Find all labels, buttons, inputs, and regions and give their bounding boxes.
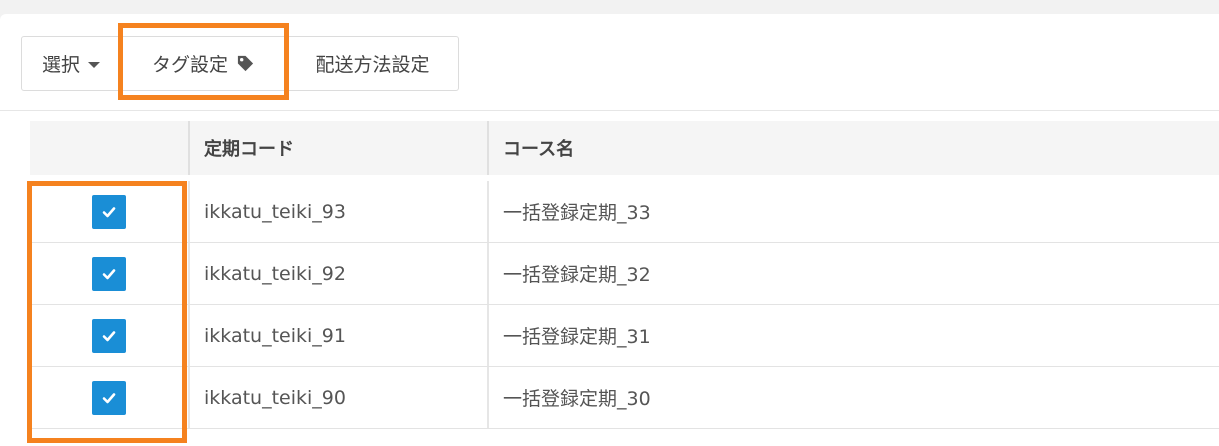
toolbar: 選択 タグ設定 配送方法設定: [0, 14, 1219, 111]
row-checkbox[interactable]: [92, 256, 126, 291]
row-select-cell: [30, 305, 190, 366]
tag-settings-button[interactable]: タグ設定: [121, 37, 287, 90]
table-row: ikkatu_teiki_93 一括登録定期_33: [30, 181, 1219, 243]
row-code: ikkatu_teiki_91: [190, 305, 489, 366]
row-checkbox[interactable]: [92, 194, 126, 229]
row-course-name: 一括登録定期_33: [503, 202, 651, 224]
checkmark-icon: [102, 330, 116, 341]
row-code: ikkatu_teiki_93: [190, 181, 489, 242]
tag-settings-label: タグ設定: [151, 54, 228, 76]
row-code: ikkatu_teiki_92: [190, 243, 489, 304]
shipping-method-settings-button[interactable]: 配送方法設定: [287, 37, 458, 90]
select-dropdown-button[interactable]: 選択: [22, 37, 121, 90]
checkmark-icon: [102, 206, 116, 217]
checkmark-icon: [102, 392, 116, 403]
select-button-label: 選択: [41, 54, 80, 76]
tag-icon: [237, 55, 254, 72]
row-checkbox[interactable]: [92, 318, 126, 353]
row-select-cell: [30, 243, 190, 304]
column-header-code: 定期コード: [190, 121, 489, 175]
table-header: 定期コード コース名: [30, 121, 1219, 175]
checkmark-icon: [102, 268, 116, 279]
row-course-name: 一括登録定期_32: [503, 264, 651, 286]
shipping-method-settings-label: 配送方法設定: [315, 54, 430, 76]
row-course-name: 一括登録定期_31: [503, 326, 651, 348]
table-row: ikkatu_teiki_90 一括登録定期_30: [30, 367, 1219, 429]
row-code: ikkatu_teiki_90: [190, 367, 489, 428]
table-row: ikkatu_teiki_92 一括登録定期_32: [30, 243, 1219, 305]
table-row: ikkatu_teiki_91 一括登録定期_31: [30, 305, 1219, 367]
row-checkbox[interactable]: [92, 380, 126, 415]
column-header-course-name: コース名: [503, 139, 575, 160]
action-button-group: 選択 タグ設定 配送方法設定: [21, 36, 459, 91]
column-header-select: [30, 121, 190, 175]
row-select-cell: [30, 367, 190, 428]
row-select-cell: [30, 181, 190, 242]
row-course-name: 一括登録定期_30: [503, 388, 651, 410]
chevron-down-icon: [88, 61, 100, 68]
